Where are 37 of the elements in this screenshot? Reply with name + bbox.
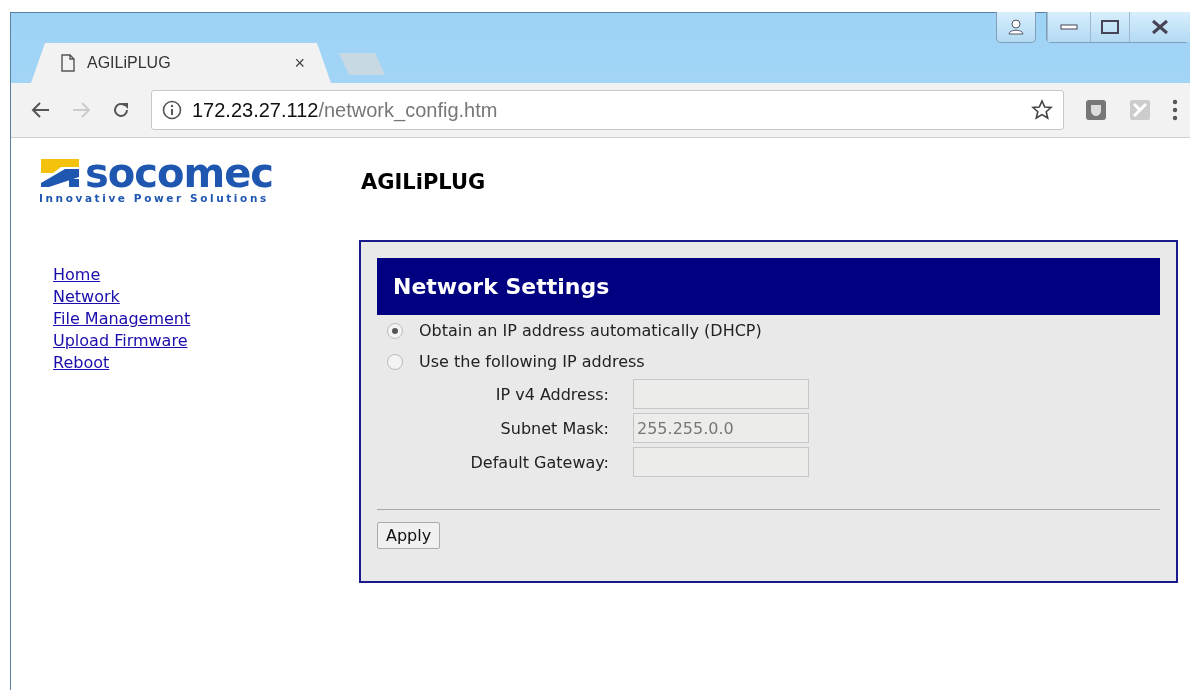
- maximize-button[interactable]: [1090, 12, 1129, 42]
- menu-icon[interactable]: [1172, 99, 1178, 121]
- star-icon[interactable]: [1031, 99, 1053, 121]
- minimize-icon: [1060, 24, 1078, 30]
- close-icon: [1151, 19, 1169, 35]
- person-icon: [1007, 19, 1025, 35]
- tab-title: AGILiPLUG: [87, 54, 172, 72]
- logo-icon: [39, 157, 81, 189]
- info-icon: [162, 100, 182, 120]
- nav-link[interactable]: Home: [53, 264, 101, 286]
- apply-button[interactable]: Apply: [377, 522, 441, 549]
- extension-icon[interactable]: [1084, 98, 1108, 122]
- browser-tab[interactable]: AGILiPLUG ×: [31, 43, 331, 83]
- nav-link[interactable]: Network: [53, 286, 120, 308]
- nav-link[interactable]: File Management: [53, 308, 191, 330]
- back-icon[interactable]: [31, 101, 51, 119]
- profile-button[interactable]: [996, 12, 1036, 43]
- logo-tagline: Innovative Power Solutions: [39, 192, 270, 204]
- address-bar[interactable]: 172.23.27.112/network_config.htm: [151, 90, 1064, 130]
- close-button[interactable]: [1129, 12, 1190, 42]
- nav-link[interactable]: Reboot: [53, 352, 110, 374]
- maximize-icon: [1101, 20, 1119, 34]
- panel-heading: Network Settings: [377, 258, 1160, 315]
- radio-button[interactable]: [387, 353, 403, 370]
- close-tab-button[interactable]: ×: [294, 52, 305, 74]
- url-text: 172.23.27.112/network_config.htm: [192, 98, 499, 122]
- page-title: AGILiPLUG: [361, 170, 487, 194]
- radio-button[interactable]: [387, 322, 403, 339]
- page-icon: [61, 54, 75, 72]
- reload-icon[interactable]: [111, 100, 131, 120]
- logo-text: socomec: [85, 154, 273, 192]
- field-label: IP v4 Address:: [494, 384, 609, 404]
- field-label: Subnet Mask:: [499, 418, 609, 438]
- nav-link[interactable]: Upload Firmware: [53, 330, 188, 352]
- radio-label: Use the following IP address: [419, 352, 645, 371]
- field-label: Default Gateway:: [469, 452, 609, 472]
- radio-label: Obtain an IP address automatically (DHCP): [419, 321, 762, 340]
